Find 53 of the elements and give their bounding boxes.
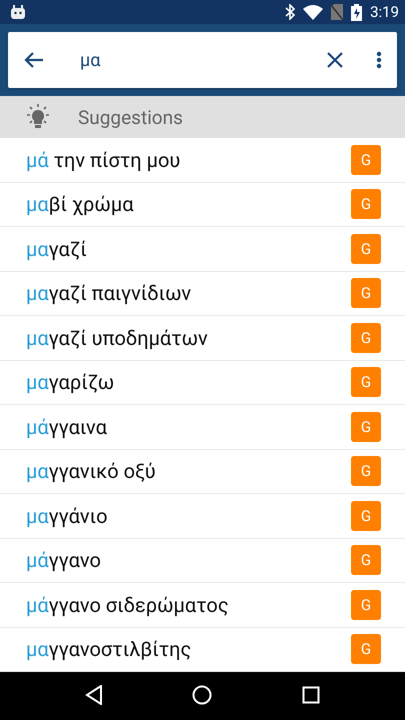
suggestion-item[interactable]: μαγαζί παιγνίδιων G — [0, 272, 405, 316]
battery-charging-icon — [351, 4, 362, 20]
suggestion-text: μαβί χρώμα — [26, 192, 134, 216]
source-badge: G — [351, 634, 381, 664]
source-badge: G — [351, 456, 381, 486]
source-badge: G — [351, 545, 381, 576]
close-icon — [327, 52, 343, 68]
source-badge: G — [351, 322, 381, 353]
back-arrow-icon — [24, 51, 44, 69]
section-title: Suggestions — [78, 106, 183, 128]
wifi-icon — [303, 4, 324, 20]
square-recents-icon — [302, 686, 320, 704]
suggestion-text: μάγγαινα — [26, 414, 108, 439]
source-badge: G — [351, 500, 381, 531]
suggestion-text: μάγγανο — [26, 548, 102, 572]
suggestion-text: μαγαρίζω — [26, 370, 116, 394]
lightbulb-icon — [24, 104, 52, 130]
source-badge: G — [351, 234, 381, 264]
source-badge: G — [351, 590, 381, 620]
suggestion-item[interactable]: μάγγανο G — [0, 538, 405, 583]
recents-nav-button[interactable] — [302, 686, 320, 706]
android-icon — [10, 5, 26, 19]
suggestion-text: μαγγανοστιλβίτης — [26, 637, 192, 662]
suggestion-item[interactable]: μαγγανικό οξύ G — [0, 450, 405, 494]
suggestion-item[interactable]: μαγαζί υποδημάτων G — [0, 316, 405, 360]
source-badge: G — [351, 367, 381, 398]
suggestion-item[interactable]: μά την πίστη μου G — [0, 138, 405, 182]
source-badge: G — [351, 144, 381, 175]
suggestion-text: μάγγανο σιδερώματος — [26, 592, 230, 617]
suggestion-item[interactable]: μάγγανο σιδερώματος G — [0, 583, 405, 628]
source-badge: G — [351, 189, 381, 220]
suggestion-item[interactable]: μαγγάνιο G — [0, 494, 405, 538]
suggestion-item[interactable]: μαβί χρώμα G — [0, 182, 405, 227]
more-vertical-icon — [376, 51, 382, 69]
search-field[interactable]: μα — [60, 50, 309, 70]
bluetooth-icon — [285, 4, 296, 20]
back-nav-button[interactable] — [84, 684, 103, 708]
suggestion-text: μά την πίστη μου — [26, 148, 182, 172]
circle-home-icon — [192, 684, 212, 704]
suggestion-text: μαγαζί παιγνίδιων — [26, 281, 192, 306]
suggestion-item[interactable]: μαγαζί G — [0, 227, 405, 272]
home-nav-button[interactable] — [192, 684, 212, 708]
triangle-back-icon — [84, 684, 103, 704]
source-badge: G — [351, 278, 381, 308]
suggestion-item[interactable]: μάγγαινα G — [0, 405, 405, 450]
clock-time: 3:19 — [370, 3, 399, 21]
suggestion-text: μαγγανικό οξύ — [26, 459, 157, 484]
suggestion-item[interactable]: μαγαρίζω G — [0, 360, 405, 405]
source-badge: G — [351, 412, 381, 442]
no-sim-icon — [331, 4, 344, 20]
suggestion-text: μαγαζί υποδημάτων — [26, 326, 209, 350]
suggestion-text: μαγαζί — [26, 236, 88, 261]
suggestion-text: μαγγάνιο — [26, 504, 108, 528]
